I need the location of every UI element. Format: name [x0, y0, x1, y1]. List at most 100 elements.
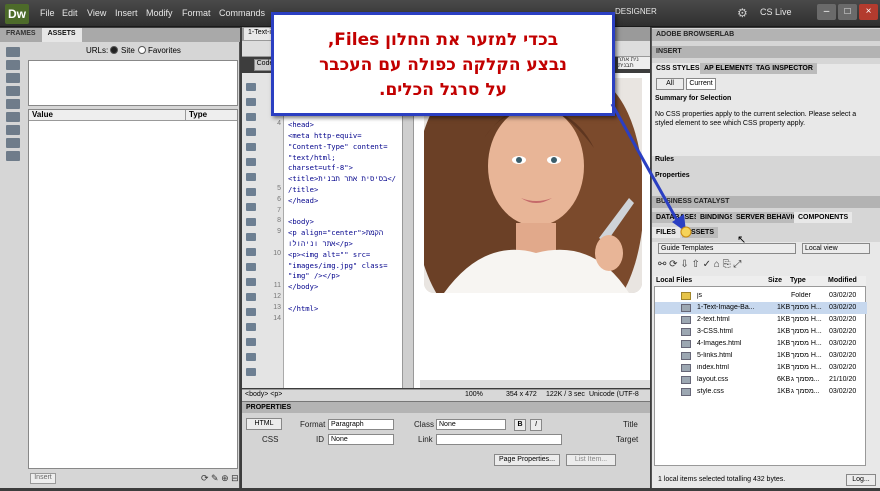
- page-properties-button[interactable]: Page Properties...: [494, 454, 560, 466]
- file-row[interactable]: layout.css 6KB מסמך ג... 21/10/20: [655, 374, 867, 386]
- code-line[interactable]: <head>: [288, 120, 314, 129]
- coding-tool-icon[interactable]: [246, 353, 256, 361]
- current-mode-button[interactable]: Current: [686, 78, 716, 90]
- site-radio[interactable]: [110, 46, 118, 54]
- code-line[interactable]: "images/img.jpg" class=: [288, 261, 388, 270]
- list-item-button[interactable]: List Item...: [566, 454, 616, 466]
- file-row[interactable]: style.css 1KB מסמך ג... 03/02/20: [655, 386, 867, 398]
- insert-button[interactable]: Insert: [30, 473, 56, 484]
- code-line[interactable]: אתר וניהולו</p>: [288, 239, 353, 248]
- log-button[interactable]: Log...: [846, 474, 876, 486]
- class-select[interactable]: None: [436, 419, 506, 430]
- movie-icon[interactable]: [6, 112, 20, 122]
- menu-insert[interactable]: Insert: [115, 8, 138, 18]
- column-size[interactable]: Size: [768, 277, 782, 284]
- coding-tool-icon[interactable]: [246, 278, 256, 286]
- coding-tool-icon[interactable]: [246, 263, 256, 271]
- css-mode-button[interactable]: CSS: [262, 435, 278, 444]
- close-button[interactable]: ×: [859, 4, 878, 20]
- code-line[interactable]: </body>: [288, 282, 318, 291]
- file-row[interactable]: 2-text.html 1KB מסמך H... 03/02/20: [655, 314, 867, 326]
- id-select[interactable]: None: [328, 434, 394, 445]
- file-row[interactable]: 3-CSS.html 1KB מסמך H... 03/02/20: [655, 326, 867, 338]
- menu-edit[interactable]: Edit: [62, 8, 78, 18]
- column-type[interactable]: Type: [186, 110, 207, 120]
- coding-tool-icon[interactable]: [246, 173, 256, 181]
- flash-icon[interactable]: [6, 86, 20, 96]
- refresh-icon[interactable]: ⟳ ✎ ⊕ ⊟: [201, 473, 239, 484]
- file-row[interactable]: js Folder 03/02/20: [655, 290, 867, 302]
- italic-button[interactable]: I: [530, 419, 542, 431]
- template-icon[interactable]: [6, 138, 20, 148]
- connect-icon[interactable]: ⚯ ⟳ ⇩ ⇧ ✓ ⌂ ⎘ ⤢: [658, 259, 741, 270]
- code-line[interactable]: <body>: [288, 217, 314, 226]
- minimize-button[interactable]: –: [817, 4, 836, 20]
- code-line[interactable]: "Content-Type" content=: [288, 142, 388, 151]
- coding-tool-icon[interactable]: [246, 293, 256, 301]
- tag-selector[interactable]: <body> <p>: [245, 391, 282, 398]
- url-icon[interactable]: [6, 73, 20, 83]
- column-type[interactable]: Type: [790, 277, 806, 284]
- code-line[interactable]: /title>: [288, 185, 318, 194]
- code-line[interactable]: <p align="center">הקמת: [288, 228, 383, 237]
- properties-header[interactable]: PROPERTIES: [242, 402, 650, 413]
- tab-ap-elements[interactable]: AP ELEMENTS: [700, 63, 758, 74]
- file-row[interactable]: 1-Text-Image-Ba... 1KB מסמך H... 03/02/20: [655, 302, 867, 314]
- script-icon[interactable]: [6, 125, 20, 135]
- coding-tool-icon[interactable]: [246, 188, 256, 196]
- menu-file[interactable]: File: [40, 8, 55, 18]
- coding-tool-icon[interactable]: [246, 158, 256, 166]
- code-editor[interactable]: onal.dtd"><html xmlns="http://www.w3.org…: [284, 73, 402, 388]
- menu-modify[interactable]: Modify: [146, 8, 173, 18]
- insert-panel-header[interactable]: INSERT: [652, 46, 880, 58]
- code-line[interactable]: <p><img alt="" src=: [288, 250, 370, 259]
- coding-tool-icon[interactable]: [246, 323, 256, 331]
- code-line[interactable]: <meta http-equiv=: [288, 131, 362, 140]
- bold-button[interactable]: B: [514, 419, 526, 431]
- code-line[interactable]: </head>: [288, 196, 318, 205]
- code-line[interactable]: "text/html;: [288, 153, 336, 162]
- coding-tool-icon[interactable]: [246, 83, 256, 91]
- workspace-switcher[interactable]: DESIGNER: [615, 7, 657, 16]
- coding-tool-icon[interactable]: [246, 98, 256, 106]
- file-list[interactable]: js Folder 03/02/20 1-Text-Image-Ba... 1KB מסמ…: [654, 276, 867, 466]
- tab-assets[interactable]: ASSETS: [41, 28, 82, 42]
- coding-tool-icon[interactable]: [246, 248, 256, 256]
- coding-tool-icon[interactable]: [246, 368, 256, 376]
- zoom-select[interactable]: 100%: [465, 391, 483, 398]
- cs-live-button[interactable]: CS Live: [760, 7, 792, 17]
- image-icon[interactable]: [6, 47, 20, 57]
- window-size[interactable]: 354 x 472: [506, 391, 537, 398]
- coding-tool-icon[interactable]: [246, 128, 256, 136]
- code-line[interactable]: "img" /></p>: [288, 271, 340, 280]
- asset-list[interactable]: Value Type: [28, 109, 238, 469]
- site-select[interactable]: Guide Templates: [658, 243, 796, 254]
- file-row[interactable]: 5-links.html 1KB מסמך H... 03/02/20: [655, 350, 867, 362]
- code-line[interactable]: </html>: [288, 304, 318, 313]
- menu-commands[interactable]: Commands: [219, 8, 265, 18]
- horizontal-scrollbar[interactable]: [420, 380, 650, 388]
- browserlab-panel-header[interactable]: ADOBE BROWSERLAB: [652, 29, 880, 41]
- all-mode-button[interactable]: All: [656, 78, 684, 90]
- code-line[interactable]: <title>בסיסית אתר תבנית</: [288, 174, 396, 183]
- shockwave-icon[interactable]: [6, 99, 20, 109]
- file-row[interactable]: 4-Images.html 1KB מסמך H... 03/02/20: [655, 338, 867, 350]
- column-modified[interactable]: Modified: [828, 277, 857, 284]
- file-row[interactable]: index.html 1KB מסמך H... 03/02/20: [655, 362, 867, 374]
- split-divider[interactable]: [402, 73, 414, 388]
- favorites-radio[interactable]: [138, 46, 146, 54]
- color-icon[interactable]: [6, 60, 20, 70]
- column-value[interactable]: Value: [29, 110, 186, 120]
- gear-icon[interactable]: ⚙: [737, 6, 748, 20]
- coding-tool-icon[interactable]: [246, 203, 256, 211]
- coding-tool-icon[interactable]: [246, 143, 256, 151]
- menu-view[interactable]: View: [87, 8, 106, 18]
- column-local-files[interactable]: Local Files: [656, 277, 692, 284]
- coding-tool-icon[interactable]: [246, 338, 256, 346]
- coding-tool-icon[interactable]: [246, 218, 256, 226]
- format-select[interactable]: Paragraph: [328, 419, 394, 430]
- coding-tool-icon[interactable]: [246, 113, 256, 121]
- link-input[interactable]: [436, 434, 562, 445]
- library-icon[interactable]: [6, 151, 20, 161]
- coding-tool-icon[interactable]: [246, 308, 256, 316]
